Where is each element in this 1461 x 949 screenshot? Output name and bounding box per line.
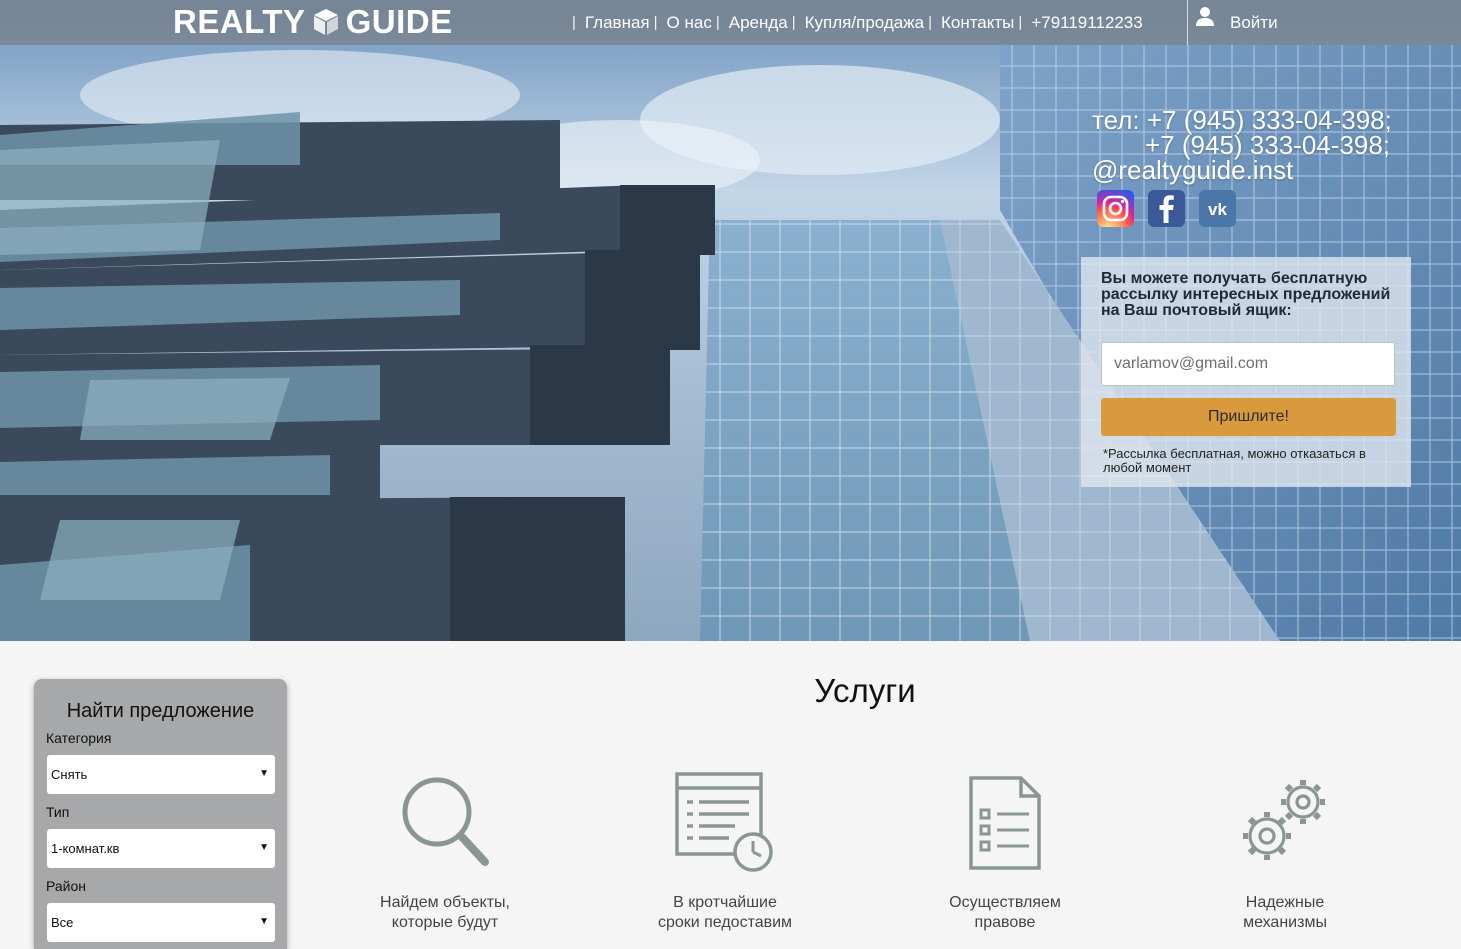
top-navbar: REALTY GUIDE | Главная | О нас | Аренда …: [0, 0, 1461, 45]
filter-label-category: Категория: [46, 730, 112, 746]
caret-down-icon: ▼: [259, 916, 269, 927]
type-select[interactable]: 1-комнат.кв ▼: [47, 829, 275, 868]
nav-separator: |: [1018, 14, 1023, 31]
nav-item-rent[interactable]: Аренда: [729, 0, 788, 45]
instagram-icon[interactable]: [1097, 190, 1134, 227]
service-text-line: Осуществляем: [949, 894, 1061, 911]
contact-info: тел: +7 (945) 333-04-398; +7 (945) 333-0…: [1092, 107, 1392, 185]
service-text-line: сроки педоставим: [657, 914, 793, 931]
service-item: Найдем объекты, которые будут: [335, 770, 555, 931]
login-label: Войти: [1230, 12, 1278, 32]
service-text-line: Найдем объекты,: [380, 894, 510, 911]
service-item: В кротчайшие сроки педоставим: [615, 770, 835, 931]
nav-item-phone[interactable]: +79119112233: [1031, 0, 1142, 45]
service-item: Осуществляем правове: [895, 770, 1115, 931]
caret-down-icon: ▼: [259, 842, 269, 853]
list-clock-icon: [675, 772, 773, 872]
service-text: В кротчайшие сроки педоставим: [615, 893, 835, 933]
document-list-icon: [969, 776, 1041, 870]
nav-separator: |: [572, 14, 576, 31]
cube-icon: [313, 9, 338, 35]
facebook-icon[interactable]: [1148, 190, 1185, 227]
logo-text-left: REALTY: [173, 3, 306, 40]
nav-separator: |: [791, 14, 796, 31]
category-select[interactable]: Снять ▼: [47, 755, 275, 794]
service-text-line: механизмы: [1243, 914, 1327, 931]
newsletter-panel: Вы можете получать бесплатную рассылку и…: [1081, 257, 1411, 487]
nav-separator: |: [715, 14, 720, 31]
service-text: Найдем объекты, которые будут: [335, 893, 555, 933]
filter-label-type: Тип: [46, 804, 70, 820]
newsletter-title: Вы можете получать бесплатную рассылку и…: [1101, 270, 1391, 319]
gears-icon: [1243, 780, 1325, 860]
search-filter-panel: Найти предложение Категория Снять ▼ Тип …: [34, 679, 287, 949]
service-text: Надежные механизмы: [1175, 893, 1395, 933]
site-logo[interactable]: REALTY GUIDE: [173, 3, 453, 41]
service-text-line: правове: [974, 914, 1036, 931]
filter-label-district: Район: [46, 878, 86, 894]
user-icon: [1196, 6, 1214, 26]
main-nav: | Главная | О нас | Аренда | Купля/прода…: [568, 0, 1143, 45]
service-text: Осуществляем правове: [895, 893, 1115, 933]
nav-item-about[interactable]: О нас: [667, 0, 712, 45]
filter-title: Найти предложение: [66, 700, 255, 722]
service-text-line: которые будут: [391, 914, 499, 931]
district-select[interactable]: Все ▼: [47, 903, 275, 942]
nav-separator: |: [928, 14, 932, 31]
caret-down-icon: ▼: [259, 768, 269, 779]
svg-text:vk: vk: [1208, 200, 1227, 219]
category-select-value: Снять: [51, 767, 88, 782]
contact-instagram-handle: @realtyguide.inst: [1092, 155, 1294, 185]
vk-icon[interactable]: vk: [1199, 190, 1236, 227]
subscribe-button[interactable]: Пришлите!: [1101, 398, 1396, 436]
search-icon: [402, 777, 489, 866]
nav-item-buy-sell[interactable]: Купля/продажа: [805, 0, 924, 45]
nav-separator: |: [653, 14, 658, 31]
services-title: Услуги: [814, 672, 916, 709]
nav-item-home[interactable]: Главная: [585, 0, 650, 45]
service-item: Надежные механизмы: [1175, 770, 1395, 931]
email-field[interactable]: [1101, 342, 1395, 386]
social-links: vk: [1097, 190, 1236, 227]
service-text-line: В кротчайшие: [673, 894, 777, 911]
logo-text-right: GUIDE: [345, 3, 453, 40]
nav-item-contacts[interactable]: Контакты: [941, 0, 1014, 45]
newsletter-note: *Рассылка бесплатная, можно отказаться в…: [1103, 446, 1366, 475]
login-link[interactable]: Войти: [1187, 0, 1278, 45]
service-text-line: Надежные: [1245, 894, 1325, 911]
type-select-value: 1-комнат.кв: [51, 841, 120, 856]
district-select-value: Все: [51, 915, 74, 930]
